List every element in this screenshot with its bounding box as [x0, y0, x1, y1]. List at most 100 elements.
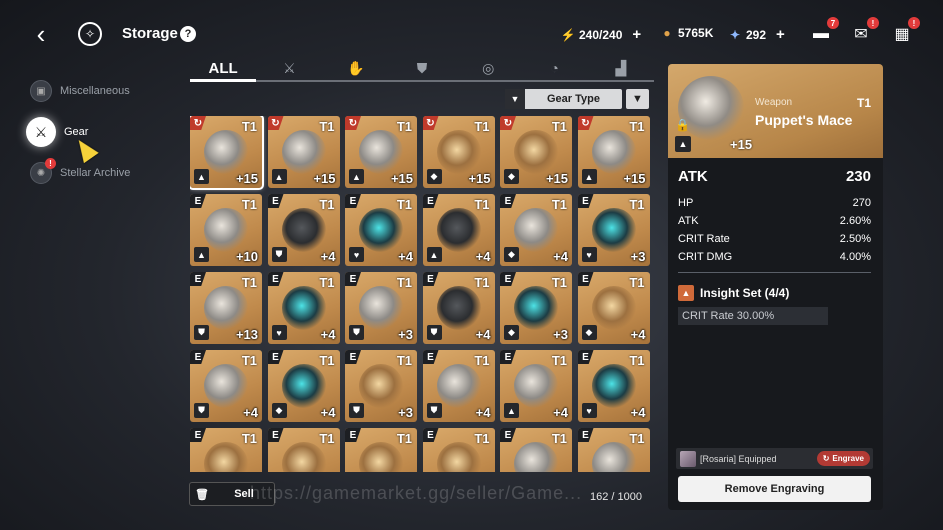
gear-item-cell[interactable]: E T1 — [190, 428, 262, 472]
gear-art-icon — [281, 364, 326, 408]
gear-item-cell[interactable]: ↻ T1 ▲ +15 — [577, 116, 650, 188]
sort-direction-icon[interactable]: ▼ — [505, 89, 525, 109]
menu-grid-icon: ▦ — [894, 26, 910, 43]
remove-engraving-button[interactable]: Remove Engraving — [678, 476, 871, 502]
sub-stat-row: CRIT Rate 2.50% — [678, 230, 871, 248]
main-stat: ATK 230 — [678, 168, 871, 185]
watermark: https://gamemarket.gg/seller/Game... — [250, 483, 583, 503]
add-stamina-button[interactable]: + — [632, 26, 641, 43]
gear-art-icon — [591, 364, 636, 408]
gear-item-cell[interactable]: E T1 ⛊ +13 — [190, 272, 262, 344]
gear-item-cell[interactable]: E T1 ⛊ +4 — [267, 194, 340, 266]
gear-art-icon — [359, 364, 403, 408]
gear-item-cell[interactable]: E T1 — [500, 428, 572, 472]
sub-stat-value: 4.00% — [839, 251, 871, 263]
add-crystal-button[interactable]: + — [776, 26, 785, 43]
gear-item-cell[interactable]: E T1 ◆ +4 — [577, 272, 650, 344]
rank-badge: E — [345, 350, 361, 364]
nav-miscellaneous[interactable]: ▣ Miscellaneous — [30, 80, 130, 102]
gear-item-cell[interactable]: E T1 ▲ +4 — [500, 350, 572, 422]
gear-item-cell[interactable]: E T1 ◆ +3 — [500, 272, 572, 344]
nav-stellar-archive[interactable]: ✺! Stellar Archive — [30, 158, 130, 184]
sort-dropdown[interactable]: ▼ Gear Type — [505, 89, 622, 109]
gear-art-icon — [514, 208, 558, 252]
tab-all[interactable]: ALL — [190, 56, 257, 82]
gear-item-cell[interactable]: ↻ T1 ▲ +15 — [190, 116, 264, 190]
gear-item-cell[interactable]: E T1 ⛊ +4 — [422, 350, 495, 422]
engrave-button[interactable]: ↻ Engrave — [816, 451, 870, 466]
gear-item-cell[interactable]: E T1 ▲ +10 — [190, 194, 262, 266]
help-button[interactable]: ? — [180, 26, 196, 42]
gear-item-cell[interactable]: ↻ T1 ◆ +15 — [500, 116, 572, 188]
coin-icon: ● — [663, 26, 671, 40]
level-label: +15 — [545, 171, 568, 186]
box-icon: ▣ — [30, 80, 52, 102]
gear-item-cell[interactable]: ↻ T1 ▲ +15 — [267, 116, 340, 188]
gear-item-cell[interactable]: E T1 ⛊ +4 — [190, 350, 262, 422]
crystal-value: 292 — [746, 27, 767, 42]
tab-gloves[interactable]: ✋ — [323, 56, 389, 80]
gear-item-cell[interactable]: E T1 — [345, 428, 417, 472]
tab-ring[interactable]: ◎ — [455, 56, 521, 80]
gear-art-icon — [281, 442, 326, 472]
gear-art-icon — [359, 442, 403, 472]
gear-item-cell[interactable]: E T1 ♥ +4 — [577, 350, 650, 422]
rank-badge: E — [577, 350, 594, 364]
level-label: +4 — [553, 405, 568, 420]
rank-badge: E — [500, 272, 516, 286]
lock-icon[interactable]: 🔒 — [675, 118, 690, 132]
gear-grid: ↻ T1 ▲ +15 ↻ T1 ▲ +15 ↻ T1 ▲ +15 ↻ T1 ◆ +15 ↻ T1 ◆ +15 ↻ T1 ▲ +… — [190, 116, 650, 472]
slot-icon: ◆ — [426, 169, 442, 184]
menu-button[interactable]: ▦ ! — [892, 17, 920, 44]
storage-emblem-icon: ✧ — [78, 22, 102, 46]
boots-tab-icon: ▟ — [615, 59, 627, 76]
tab-boots[interactable]: ▟ — [588, 56, 654, 80]
slot-icon: ◆ — [504, 169, 519, 184]
page-title: Storage — [122, 25, 178, 42]
slot-icon: ⛊ — [426, 403, 442, 418]
gear-item-cell[interactable]: E T1 ◆ +4 — [267, 350, 340, 422]
level-label: +10 — [235, 249, 258, 264]
slot-icon: ♥ — [581, 247, 597, 262]
gear-item-cell[interactable]: E T1 — [267, 428, 340, 472]
slot-icon: ◆ — [271, 403, 287, 418]
mail-icon: ✉ — [854, 26, 868, 43]
gear-art-icon — [359, 130, 403, 174]
tier-label: T1 — [629, 353, 645, 368]
tab-necklace[interactable]: ◔ — [521, 56, 587, 80]
tier-label: T1 — [629, 431, 645, 446]
gear-item-cell[interactable]: ↻ T1 ◆ +15 — [422, 116, 495, 188]
tier-label: T1 — [396, 353, 412, 368]
gear-item-cell[interactable]: E T1 — [577, 428, 650, 472]
slot-icon: ⛊ — [349, 403, 364, 418]
gear-item-cell[interactable]: E T1 ♥ +4 — [267, 272, 340, 344]
divider — [678, 272, 871, 273]
gear-item-cell[interactable]: E T1 ◆ +4 — [500, 194, 572, 266]
back-button[interactable]: ‹ — [28, 19, 54, 49]
gear-item-cell[interactable]: E T1 — [422, 428, 495, 472]
slot-icon: ⛊ — [349, 325, 364, 340]
tab-armor[interactable]: ⛊ — [389, 56, 455, 80]
gear-item-cell[interactable]: E T1 ⛊ +3 — [345, 272, 417, 344]
sub-stat-value: 2.50% — [839, 233, 871, 245]
tier-label: T1 — [629, 119, 645, 134]
stamina-value: 240/240 — [579, 27, 623, 42]
gear-item-cell[interactable]: E T1 ⛊ +4 — [422, 272, 495, 344]
tab-weapon[interactable]: ⚔ — [256, 56, 322, 80]
main-stat-label: ATK — [678, 168, 708, 185]
gear-item-cell[interactable]: E T1 ⛊ +3 — [345, 350, 417, 422]
chat-button[interactable]: ▬ 7 — [811, 17, 839, 44]
gear-item-cell[interactable]: E T1 ♥ +3 — [577, 194, 650, 266]
gear-item-cell[interactable]: E T1 ▲ +4 — [422, 194, 495, 266]
mail-button[interactable]: ✉ ! — [851, 17, 879, 44]
sort-label: Gear Type — [547, 93, 600, 105]
level-label: +4 — [630, 405, 646, 420]
gear-item-cell[interactable]: ↻ T1 ▲ +15 — [345, 116, 417, 188]
detail-name: Puppet's Mace — [755, 112, 853, 128]
gear-item-cell[interactable]: E T1 ♥ +4 — [345, 194, 417, 266]
level-label: +3 — [398, 327, 413, 342]
filter-button[interactable]: ▼ — [626, 89, 649, 109]
tier-label: T1 — [396, 431, 412, 446]
level-label: +4 — [320, 405, 336, 420]
tier-label: T1 — [241, 275, 257, 290]
